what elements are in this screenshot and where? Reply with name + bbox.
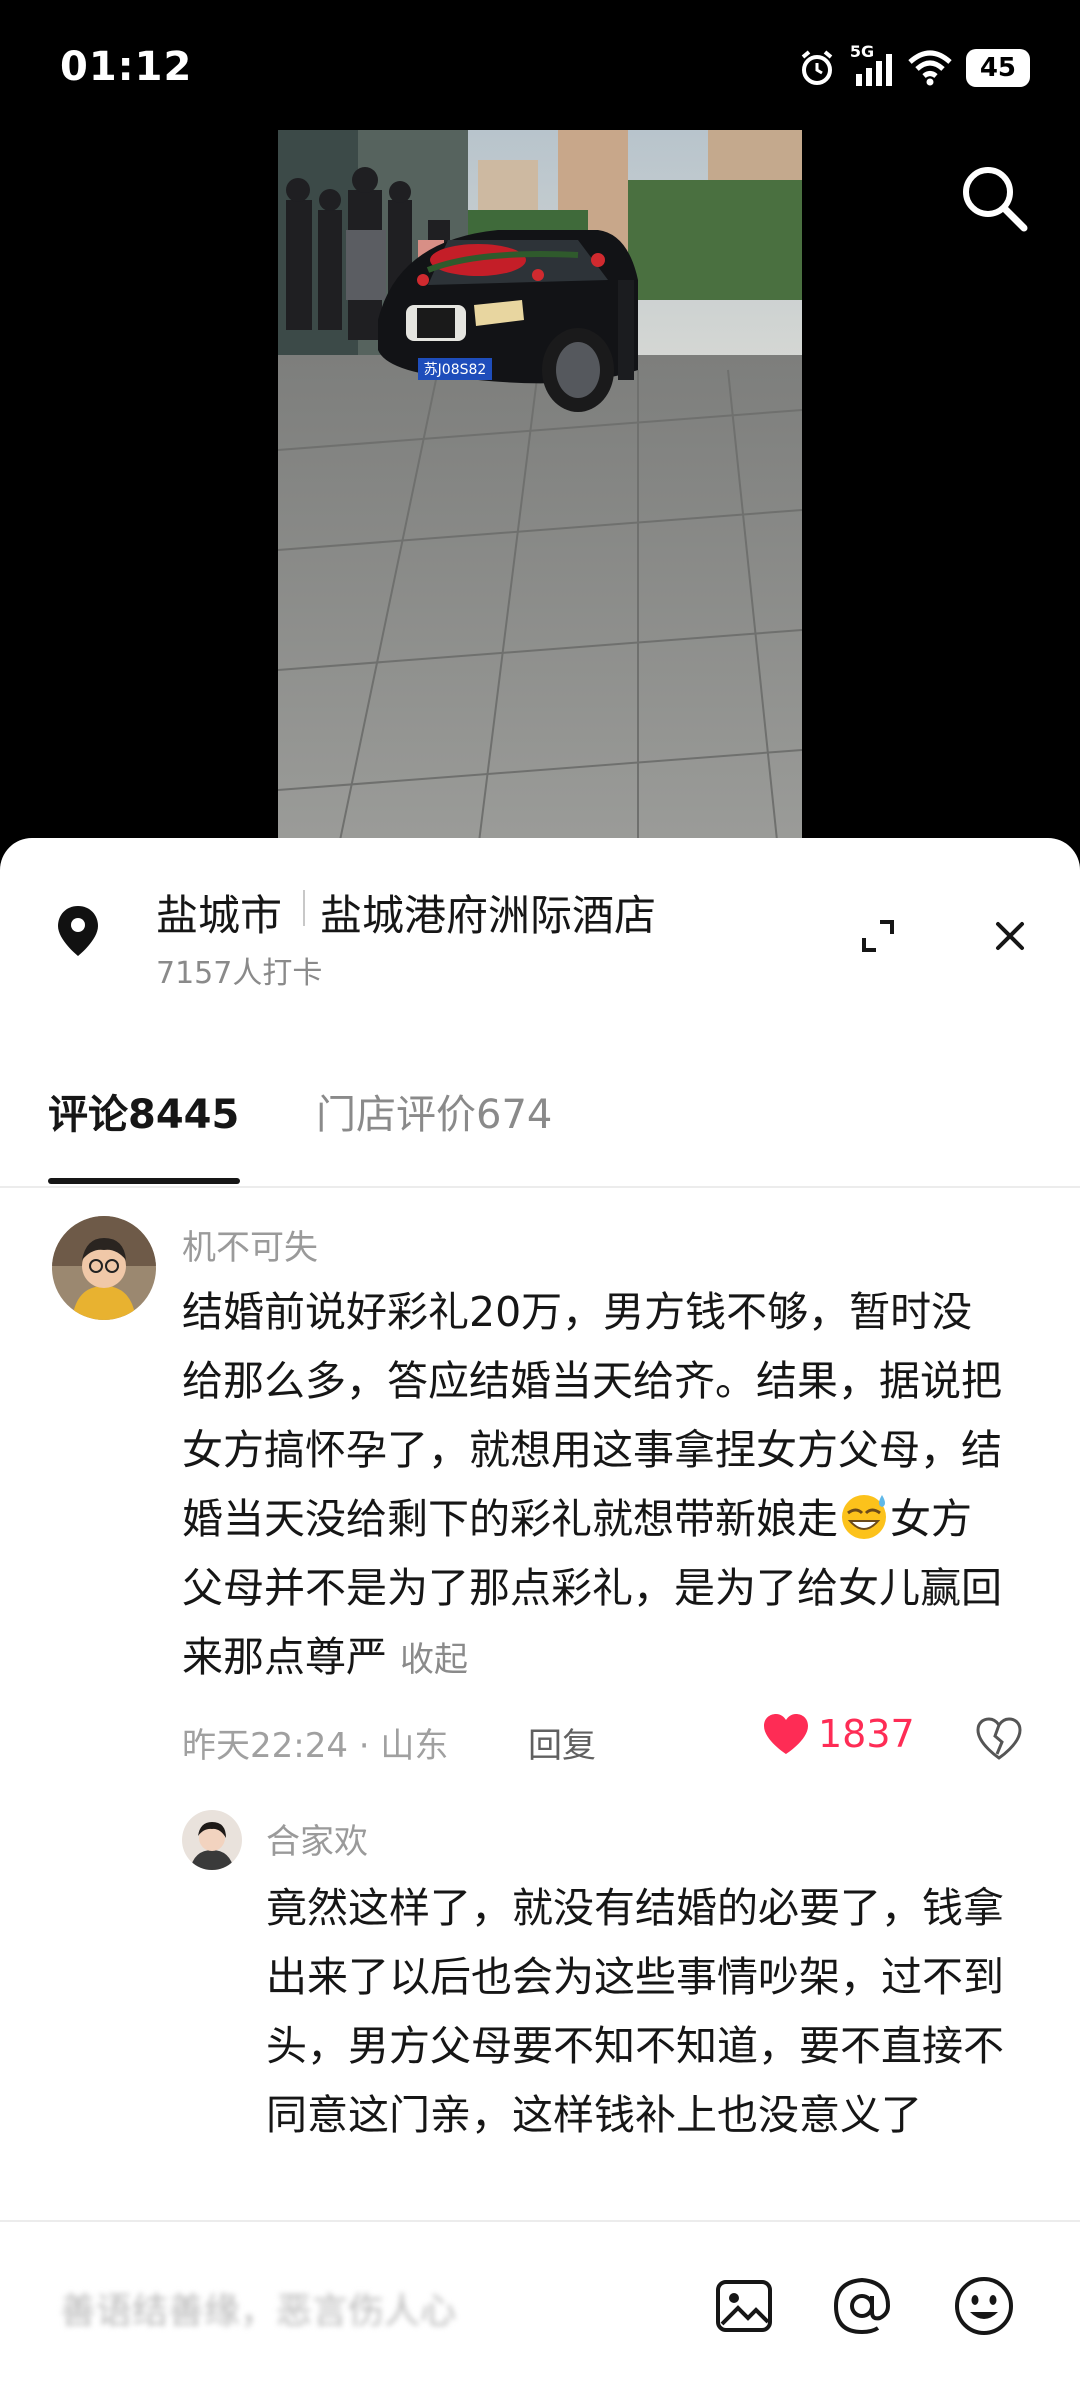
comment-username[interactable]: 机不可失	[182, 1220, 318, 1269]
video-frame: 苏J08S82	[278, 130, 802, 850]
reply-text: 竟然这样了，就没有结婚的必要了，钱拿出来了以后也会为这些事情吵架，过不到头，男方…	[266, 1884, 1004, 2139]
comment-meta: 昨天22:24 · 山东	[182, 1726, 449, 1766]
location-divider	[303, 890, 305, 926]
heart-icon	[764, 1714, 808, 1754]
comment-text: 结婚前说好彩礼20万，男方钱不够，暂时没给那么多，答应结婚当天给齐。结果，据说把…	[182, 1278, 1012, 1695]
tab-comments[interactable]: 评论8445	[48, 1082, 239, 1140]
comment-input-bar: 善语结善缘，恶言伤人心	[0, 2220, 1080, 2400]
active-tab-indicator	[48, 1178, 240, 1184]
signal-icon: 5G	[850, 42, 894, 88]
video-still-image: 苏J08S82	[278, 130, 802, 850]
location-checkins: 7157人打卡	[156, 956, 323, 991]
collapse-link[interactable]: 收起	[400, 1640, 468, 1680]
network-type: 5G	[849, 42, 875, 61]
location-header[interactable]: 盐城市 盐城港府洲际酒店 7157人打卡	[0, 838, 1080, 998]
broken-heart-icon[interactable]	[974, 1714, 1024, 1764]
status-icons: 5G 45	[798, 42, 1030, 88]
comment-tabs: 评论8445 门店评价674	[0, 1068, 1080, 1188]
emoji-icon[interactable]	[952, 2274, 1016, 2338]
license-plate: 苏J08S82	[424, 362, 487, 378]
sweat-smile-emoji-icon	[842, 1495, 886, 1539]
tab-store-reviews[interactable]: 门店评价674	[316, 1082, 552, 1140]
comment-input[interactable]: 善语结善缘，恶言伤人心	[60, 2272, 660, 2352]
search-icon[interactable]	[956, 160, 1030, 234]
location-city[interactable]: 盐城市	[156, 882, 282, 943]
close-icon[interactable]	[990, 916, 1030, 956]
at-icon[interactable]	[830, 2274, 894, 2338]
image-icon[interactable]	[712, 2274, 776, 2338]
reply-button[interactable]: 回复	[528, 1718, 596, 1767]
reply-avatar[interactable]	[182, 1810, 242, 1870]
comment-sheet: 盐城市 盐城港府洲际酒店 7157人打卡 评论8445 门店评价674 机不可失…	[0, 838, 1080, 2400]
reply-username[interactable]: 合家欢	[266, 1814, 368, 1863]
battery-indicator: 45	[965, 49, 1030, 87]
alarm-icon	[801, 50, 833, 85]
video-player[interactable]: 苏J08S82	[0, 130, 1080, 850]
like-button[interactable]: 1837	[762, 1712, 915, 1756]
avatar[interactable]	[52, 1216, 156, 1320]
status-time: 01:12	[60, 44, 193, 90]
wifi-icon	[908, 50, 952, 86]
like-count: 1837	[818, 1712, 915, 1756]
expand-icon[interactable]	[858, 916, 898, 956]
status-bar: 01:12 5G 45	[0, 0, 1080, 130]
location-pin-icon	[58, 906, 98, 956]
location-venue[interactable]: 盐城港府洲际酒店	[320, 882, 656, 943]
comment-input-placeholder: 善语结善缘，恶言伤人心	[60, 2291, 457, 2332]
